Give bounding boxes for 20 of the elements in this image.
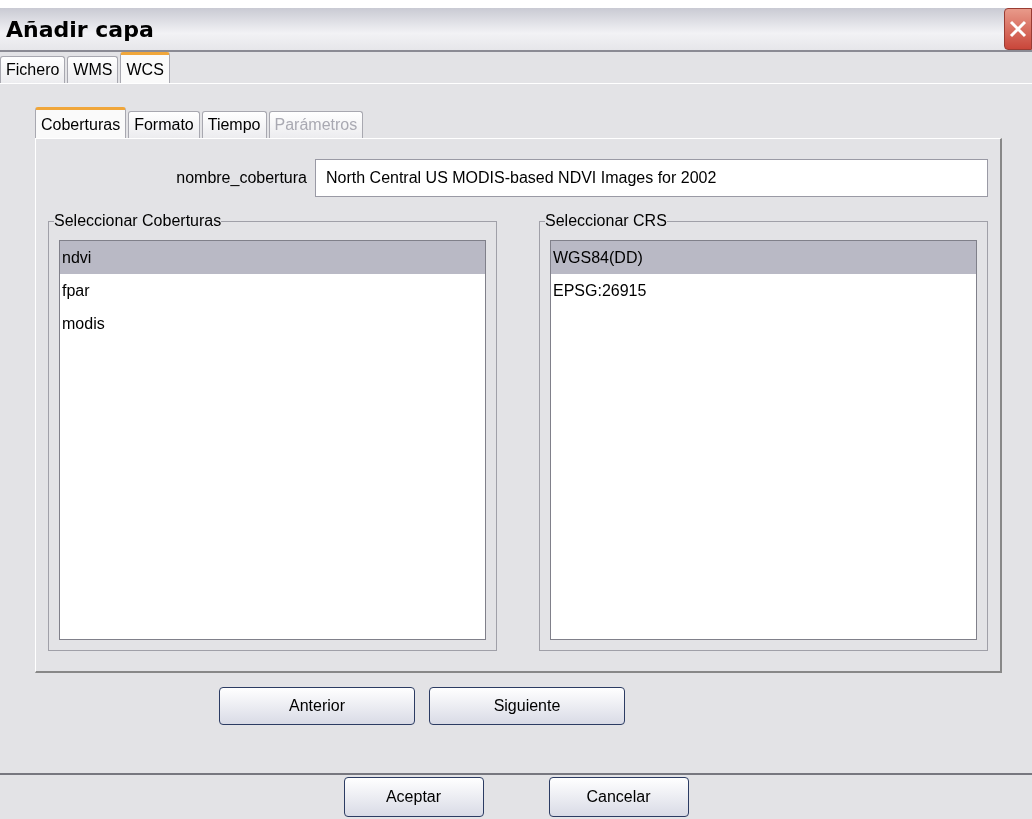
input-field[interactable]: North Central US MODIS-based NDVI Images for 2002 [315,158,988,197]
tab[interactable]: WCS [120,52,170,83]
field-label: nombre_cobertura [176,167,307,188]
tab[interactable]: Tiempo [201,111,267,138]
list-item[interactable]: modis [60,306,485,340]
tab[interactable]: WMS [67,56,119,83]
list-item[interactable]: EPSG:26915 [551,273,976,307]
close-icon [1008,19,1028,39]
window-title: Añadir capa [6,15,154,44]
dialog-button[interactable]: Aceptar [343,776,484,817]
nav-button[interactable]: Siguiente [429,686,625,725]
list-item[interactable]: fpar [60,273,485,307]
nav-button[interactable]: Anterior [219,686,415,725]
tab[interactable]: Fichero [0,56,66,83]
list-item[interactable]: ndvi [60,240,485,274]
tab[interactable]: Formato [128,111,200,138]
dialog-button[interactable]: Cancelar [548,776,689,817]
close-button[interactable] [1004,8,1032,50]
list-item[interactable]: WGS84(DD) [551,240,976,274]
tab[interactable]: Coberturas [35,107,127,138]
